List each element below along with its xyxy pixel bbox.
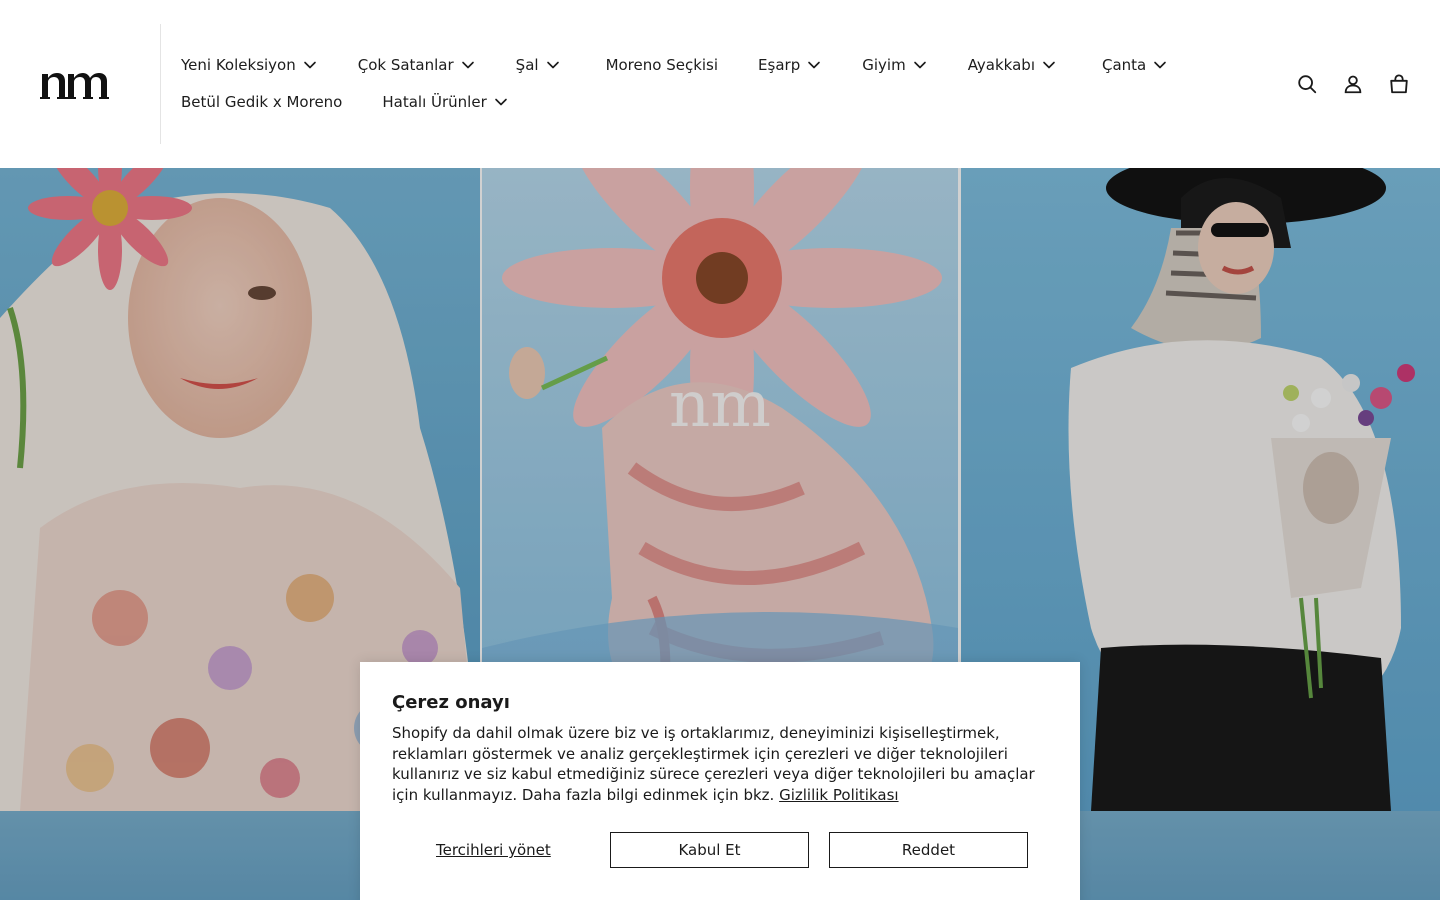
chevron-down-icon	[546, 61, 559, 69]
nav-row-secondary: Betül Gedik x Moreno Hatalı Ürünler	[181, 89, 508, 115]
nav-item-yeni-koleksiyon[interactable]: Yeni Koleksiyon	[181, 56, 317, 74]
account-icon[interactable]	[1342, 73, 1364, 95]
nav-item-moreno-seckisi[interactable]: Moreno Seçkisi	[606, 56, 718, 74]
nav-item-label: Betül Gedik x Moreno	[181, 93, 343, 111]
nav-item-label: Yeni Koleksiyon	[181, 56, 296, 74]
cookie-consent-banner: Çerez onayı Shopify da dahil olmak üzere…	[360, 662, 1080, 900]
nav-item-giyim[interactable]: Giyim	[862, 56, 926, 74]
chevron-down-icon	[1043, 61, 1055, 69]
nav-item-label: Çanta	[1102, 56, 1147, 74]
accept-cookies-button[interactable]: Kabul Et	[610, 832, 809, 868]
nav-item-label: Ayakkabı	[967, 56, 1035, 74]
cookie-description-text: Shopify da dahil olmak üzere biz ve iş o…	[392, 724, 1035, 804]
nav-item-esarp[interactable]: Eşarp	[758, 56, 821, 74]
privacy-policy-link[interactable]: Gizlilik Politikası	[779, 786, 898, 804]
nav-item-label: Çok Satanlar	[357, 56, 454, 74]
nav-item-hatali-urunler[interactable]: Hatalı Ürünler	[382, 93, 507, 111]
cookie-actions: Tercihleri yönet Kabul Et Reddet	[392, 832, 1048, 868]
nav-row-primary: Yeni Koleksiyon Çok Satanlar Şal Moreno Seç…	[181, 52, 1167, 78]
nav-item-label: Giyim	[862, 56, 906, 74]
cookie-title: Çerez onayı	[392, 692, 510, 713]
site-header: Yeni Koleksiyon Çok Satanlar Şal Moreno Seç…	[0, 0, 1440, 168]
cart-icon[interactable]	[1388, 73, 1410, 95]
header-actions	[1296, 73, 1410, 95]
nav-item-ayakkabi[interactable]: Ayakkabı	[968, 56, 1056, 74]
nav-item-canta[interactable]: Çanta	[1102, 56, 1167, 74]
chevron-down-icon	[913, 61, 926, 69]
chevron-down-icon	[461, 61, 474, 69]
nav-item-label: Eşarp	[758, 56, 801, 74]
header-divider	[160, 24, 161, 144]
decline-cookies-button[interactable]: Reddet	[829, 832, 1028, 868]
nav-item-cok-satanlar[interactable]: Çok Satanlar	[358, 56, 475, 74]
nm-logo-mark	[40, 73, 109, 99]
brand-logo[interactable]	[40, 68, 118, 102]
nav-item-label: Hatalı Ürünler	[382, 93, 487, 111]
nav-item-label: Şal	[515, 56, 539, 74]
chevron-down-icon	[303, 61, 316, 69]
chevron-down-icon	[808, 61, 821, 69]
manage-preferences-button[interactable]: Tercihleri yönet	[436, 832, 551, 868]
search-icon[interactable]	[1296, 73, 1318, 95]
nav-item-label: Moreno Seçkisi	[605, 56, 719, 74]
cookie-description: Shopify da dahil olmak üzere biz ve iş o…	[392, 723, 1048, 805]
nav-item-sal[interactable]: Şal	[516, 56, 560, 74]
chevron-down-icon	[1154, 61, 1167, 69]
chevron-down-icon	[494, 98, 507, 106]
nav-item-betul-gedik-x-moreno[interactable]: Betül Gedik x Moreno	[181, 93, 342, 111]
